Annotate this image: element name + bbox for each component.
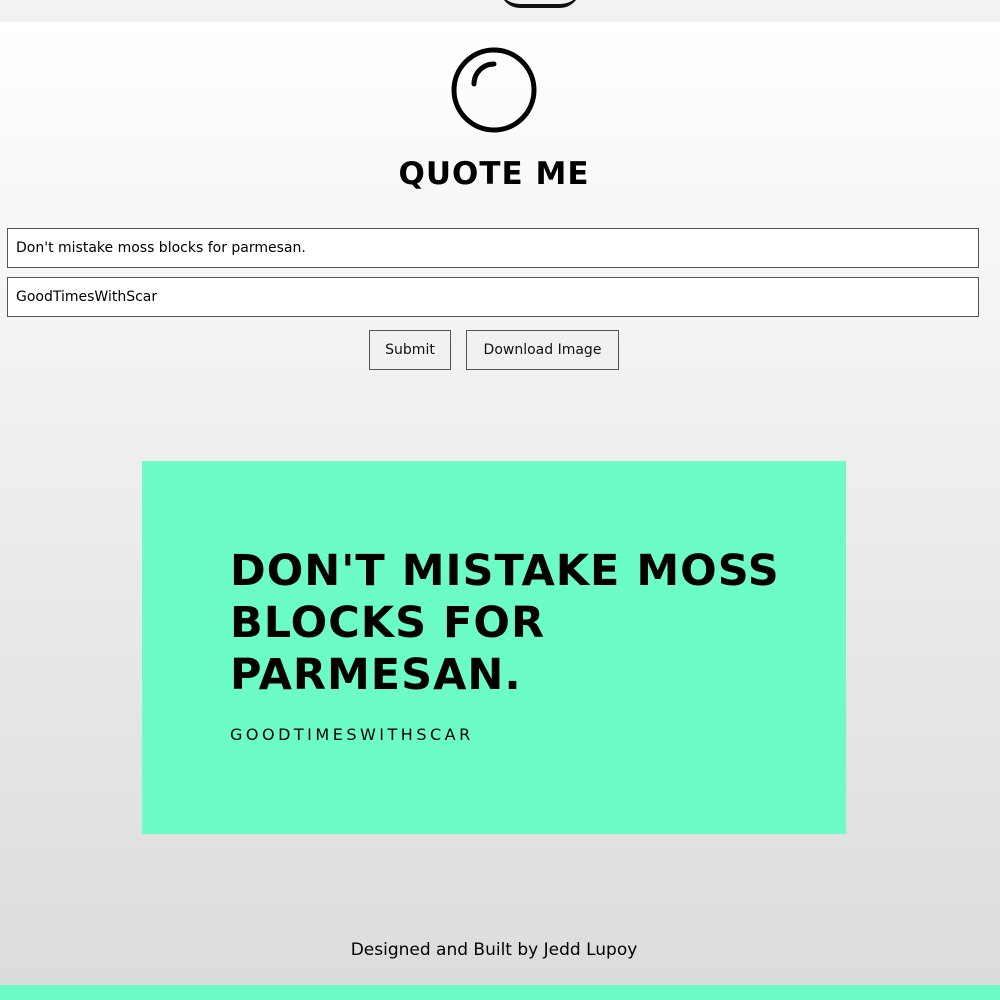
- circle-logo-icon: [451, 47, 537, 133]
- submit-button[interactable]: Submit: [369, 330, 451, 370]
- author-input[interactable]: [7, 277, 979, 317]
- top-strip: [0, 0, 1000, 22]
- download-image-button[interactable]: Download Image: [466, 330, 619, 370]
- bottom-strip: [0, 985, 1000, 1000]
- footer-credit: Designed and Built by Jedd Lupoy: [350, 940, 638, 960]
- partial-logo-arc: [500, 0, 580, 8]
- quote-input[interactable]: [7, 228, 979, 268]
- quote-card-preview: Don't mistake moss blocks for parmesan. …: [142, 461, 846, 834]
- card-quote-text: Don't mistake moss blocks for parmesan.: [230, 546, 780, 700]
- app-title: QUOTE ME: [398, 156, 590, 192]
- card-author-text: GOODTIMESWITHSCAR: [230, 725, 474, 744]
